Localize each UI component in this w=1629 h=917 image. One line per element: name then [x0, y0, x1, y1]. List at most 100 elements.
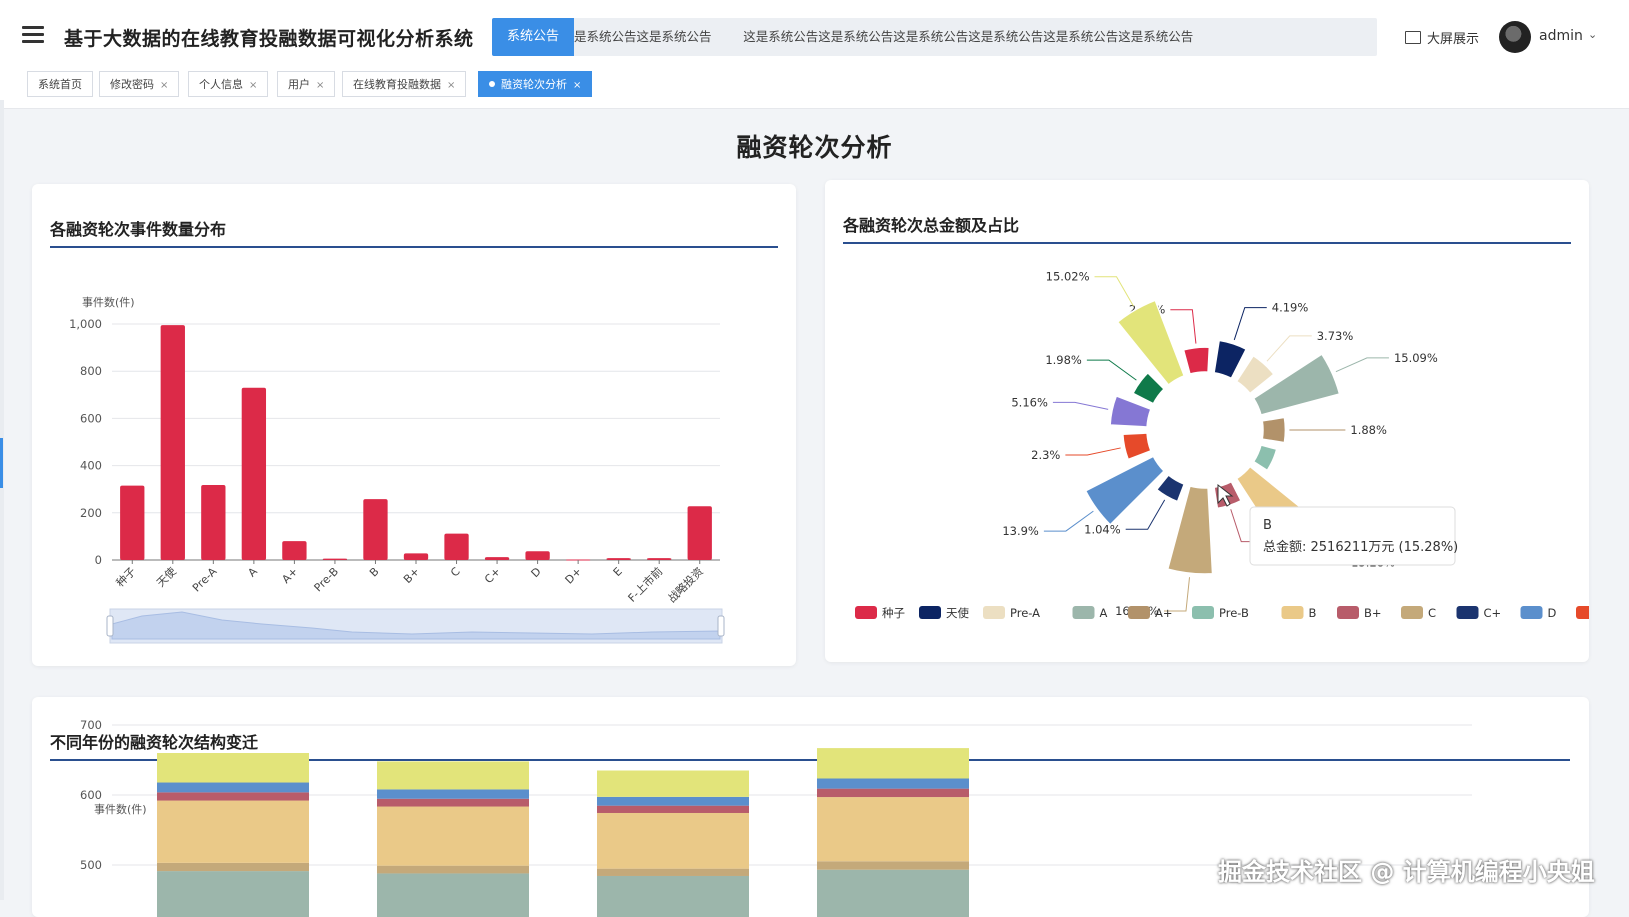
bar-C: [444, 534, 468, 560]
legend-item: A: [1100, 606, 1108, 620]
stack-segment: [817, 870, 969, 917]
close-icon[interactable]: ×: [573, 80, 581, 91]
legend-swatch: [1401, 606, 1423, 619]
app-title: 基于大数据的在线教育投融数据可视化分析系统: [64, 24, 474, 51]
bar-B: [363, 499, 387, 560]
stack-segment: [377, 866, 529, 874]
slider-handle-left: [107, 616, 113, 636]
stack-segment: [157, 863, 309, 871]
bar-种子: [120, 486, 144, 560]
slice-extra-12: [1110, 396, 1151, 427]
slice-extra-13: [1133, 373, 1164, 404]
stack-segment: [377, 807, 529, 866]
close-icon[interactable]: ×: [160, 80, 168, 91]
stacked-bar: [817, 748, 969, 917]
y-axis-label: 事件数(件): [94, 803, 147, 816]
data-zoom-slider[interactable]: [107, 609, 724, 643]
stack-segment: [597, 771, 749, 797]
tab-home[interactable]: 系统首页: [27, 71, 93, 97]
close-icon[interactable]: ×: [249, 80, 257, 91]
y-tick-label: 1,000: [69, 317, 102, 331]
legend-swatch: [919, 606, 941, 619]
close-icon[interactable]: ×: [447, 80, 455, 91]
slice-label: 1.88%: [1350, 423, 1387, 437]
legend-item: Pre-B: [1219, 606, 1249, 620]
slice-label: 1.04%: [1084, 522, 1121, 536]
label-line: [1065, 448, 1120, 455]
slice-天使: [1214, 340, 1246, 378]
close-icon[interactable]: ×: [316, 80, 324, 91]
y-tick-label: 700: [80, 718, 102, 732]
bar-战略投资: [688, 506, 712, 560]
slice-种子: [1184, 347, 1210, 374]
tab-investment-data[interactable]: 在线教育投融数据×: [342, 71, 466, 97]
stack-segment: [157, 753, 309, 783]
legend-item: 天使: [946, 606, 969, 620]
tooltip-name: B: [1263, 518, 1272, 533]
slice-label: 5.16%: [1011, 395, 1048, 409]
label-line: [1336, 358, 1389, 372]
stack-segment: [377, 789, 529, 798]
notice-text: 是系统公告这是系统公告 这是系统公告这是系统公告这是系统公告这是系统公告这是系统…: [574, 18, 1193, 56]
monitor-icon: [1405, 31, 1421, 44]
label-line: [1170, 310, 1196, 344]
tab-label: 用户: [288, 78, 310, 91]
bar-F-上市前: [647, 558, 671, 560]
legend-swatch: [1192, 606, 1214, 619]
bar-天使: [161, 325, 185, 560]
avatar[interactable]: [1499, 21, 1531, 53]
x-tick-label: D: [529, 565, 544, 580]
x-tick-label: B: [367, 565, 382, 580]
x-tick-label: C: [448, 565, 463, 580]
stack-segment: [817, 789, 969, 797]
legend-item: C+: [1484, 606, 1502, 620]
menu-toggle-icon[interactable]: [22, 26, 44, 44]
stack-segment: [817, 779, 969, 789]
stacked-bar: [377, 761, 529, 917]
y-tick-label: 200: [80, 506, 102, 520]
slice-Pre-B: [1254, 445, 1277, 470]
legend-item: B: [1309, 606, 1317, 620]
slice-label: 4.19%: [1272, 301, 1309, 315]
stack-segment: [597, 876, 749, 917]
tab-change-password[interactable]: 修改密码×: [99, 71, 179, 97]
label-line: [1267, 336, 1312, 361]
x-tick-label: 种子: [113, 564, 138, 589]
stack-segment: [377, 799, 529, 807]
tooltip-box: [1250, 507, 1455, 565]
stack-segment: [597, 806, 749, 813]
x-tick-label: D+: [563, 565, 585, 587]
slider-handle-right: [718, 616, 724, 636]
bar-chart-card: 各融资轮次事件数量分布 事件数(件)02004006008001,000种子天使…: [32, 184, 796, 666]
username[interactable]: admin: [1539, 28, 1583, 44]
bar-E: [607, 558, 631, 560]
tab-users[interactable]: 用户 ×: [277, 71, 335, 97]
stack-segment: [817, 797, 969, 861]
page-title: 融资轮次分析: [0, 128, 1629, 164]
slice-label: 3.73%: [1317, 329, 1354, 343]
tab-bar: 系统首页 修改密码× 个人信息× 用户 × 在线教育投融数据× 融资轮次分析×: [0, 70, 1629, 109]
y-tick-label: 600: [80, 411, 102, 425]
x-tick-label: 战略投资: [665, 564, 706, 605]
label-line: [1053, 402, 1108, 409]
slice-label: 15.09%: [1394, 351, 1438, 365]
tab-label: 系统首页: [38, 78, 82, 91]
bar-A+: [282, 541, 306, 560]
stacked-bar: [157, 753, 309, 917]
top-bar: 基于大数据的在线教育投融数据可视化分析系统 系统公告 是系统公告这是系统公告 这…: [0, 0, 1629, 71]
chevron-down-icon[interactable]: ⌄: [1588, 28, 1597, 41]
bar-A: [242, 388, 266, 560]
x-tick-label: Pre-B: [312, 565, 341, 594]
bigscreen-label: 大屏展示: [1427, 32, 1479, 47]
y-tick-label: 800: [80, 364, 102, 378]
stack-segment: [377, 873, 529, 917]
tab-round-analysis[interactable]: 融资轮次分析×: [478, 71, 592, 97]
legend-item: B+: [1364, 606, 1382, 620]
stack-segment: [157, 871, 309, 917]
tab-profile[interactable]: 个人信息×: [188, 71, 268, 97]
bar-B+: [404, 553, 428, 560]
legend-item: Pre-A: [1010, 606, 1040, 620]
bigscreen-button[interactable]: 大屏展示: [1405, 28, 1479, 47]
legend-swatch: [1576, 606, 1589, 619]
stack-segment: [157, 801, 309, 863]
